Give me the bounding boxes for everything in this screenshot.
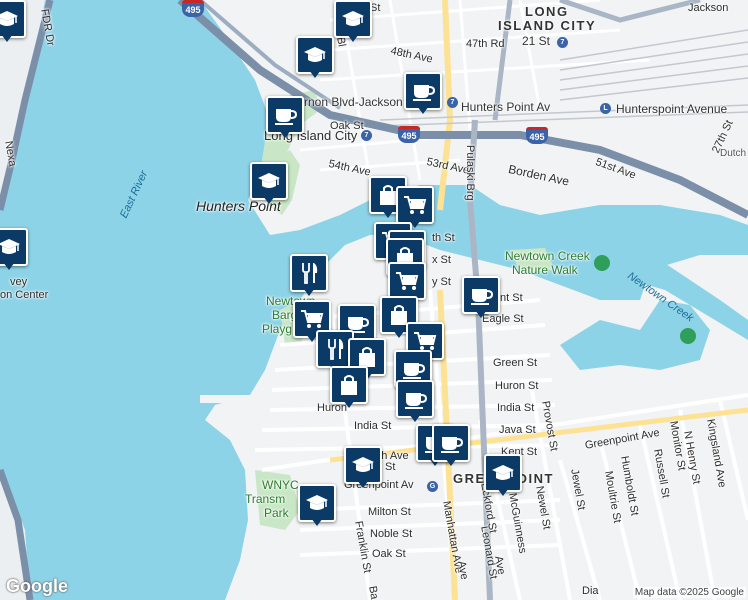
subway-icon: G — [427, 481, 438, 492]
interstate-shield-icon: 495 — [526, 127, 548, 144]
street-label: Java St — [499, 424, 536, 436]
school-marker[interactable] — [484, 454, 522, 498]
station-label-hunterspoint-avenue: Hunterspoint Avenue — [616, 102, 728, 116]
marker-pointer — [409, 414, 421, 422]
station-label-vernon: Vernon Blvd-Jackson — [290, 95, 403, 109]
cart-icon — [396, 186, 434, 224]
street-label: Pulaski Brg — [464, 145, 476, 201]
street-label: Dia — [582, 585, 599, 597]
park-label-wnyc: Park — [264, 506, 289, 520]
marker-pointer — [357, 480, 369, 488]
street-label: Oak St — [372, 548, 406, 560]
subway-icon: 7 — [557, 37, 568, 48]
park-label-nature-walk: Newtown Creek — [505, 249, 590, 263]
school-icon — [484, 454, 522, 492]
street-label: Jackson — [688, 2, 729, 14]
school-icon — [334, 0, 372, 38]
street-label: vey — [10, 276, 28, 288]
cafe-marker[interactable] — [404, 72, 442, 116]
school-marker[interactable] — [296, 36, 334, 80]
street-label: 47th Rd — [466, 38, 505, 50]
marker-pointer — [309, 70, 321, 78]
school-marker[interactable] — [0, 0, 26, 44]
school-icon — [0, 0, 26, 38]
school-marker[interactable] — [298, 484, 336, 528]
neighborhood-label-lic: LONG — [525, 4, 569, 19]
station-label-hunters-point-av: Hunters Point Av — [461, 100, 551, 114]
marker-pointer — [311, 518, 323, 526]
shopping-marker[interactable] — [330, 366, 368, 410]
park-label-nature-walk: Nature Walk — [512, 263, 578, 277]
school-icon — [296, 36, 334, 74]
school-marker[interactable] — [0, 228, 28, 272]
school-icon — [0, 228, 28, 266]
marker-pointer — [279, 130, 291, 138]
marker-pointer — [343, 400, 355, 408]
street-label: nt St — [500, 292, 523, 304]
school-marker[interactable] — [334, 0, 372, 44]
shopping-bag-icon — [330, 366, 368, 404]
subway-icon: L — [600, 103, 611, 114]
subway-icon: 7 — [447, 97, 458, 108]
cafe-marker[interactable] — [432, 424, 470, 468]
park-label-wnyc: WNYC — [262, 478, 299, 492]
street-label: Milton St — [368, 506, 411, 518]
station-label-21st: 21 St — [522, 34, 551, 48]
street-label: Noble St — [370, 528, 413, 540]
map-attribution[interactable]: Map data ©2025 Google — [632, 587, 746, 598]
cafe-icon — [432, 424, 470, 462]
school-icon — [344, 446, 382, 484]
marker-pointer — [497, 488, 509, 496]
street-label: Huron St — [495, 380, 539, 392]
street-label: India St — [354, 420, 392, 432]
marker-pointer — [263, 196, 275, 204]
marker-pointer — [1, 34, 13, 42]
park-label-wnyc: Transm — [245, 492, 286, 506]
street-label: Green St — [493, 357, 538, 369]
street-label: Ba — [366, 585, 381, 600]
street-label: Oak St — [330, 120, 364, 132]
park-pin-icon — [594, 255, 610, 271]
marker-pointer — [417, 106, 429, 114]
marker-pointer — [475, 310, 487, 318]
cafe-marker[interactable] — [462, 276, 500, 320]
street-label: y St — [432, 276, 451, 288]
school-marker[interactable] — [344, 446, 382, 490]
cafe-marker[interactable] — [396, 380, 434, 424]
marker-pointer — [382, 210, 394, 218]
cafe-icon — [404, 72, 442, 110]
park-pin-icon — [680, 328, 696, 344]
cafe-icon — [462, 276, 500, 314]
restaurant-icon — [290, 254, 328, 292]
school-marker[interactable] — [250, 162, 288, 206]
cart-icon — [388, 262, 426, 300]
marker-pointer — [3, 262, 15, 270]
interstate-shield-icon: 495 — [398, 126, 420, 143]
street-label: x St — [432, 254, 451, 266]
marker-pointer — [303, 288, 315, 296]
street-label: on Center — [0, 289, 49, 301]
street-label: th St — [432, 232, 455, 244]
marker-pointer — [393, 330, 405, 338]
street-label: Dutch — [720, 148, 747, 159]
google-logo: Google — [6, 576, 68, 596]
school-icon — [250, 162, 288, 200]
park-label-newtown: Playg — [262, 322, 293, 336]
marker-pointer — [347, 34, 359, 42]
cafe-marker[interactable] — [266, 96, 304, 140]
interstate-shield-icon: 495 — [182, 0, 204, 17]
street-label: St — [385, 461, 396, 473]
neighborhood-label-lic: ISLAND CITY — [498, 18, 597, 33]
restaurant-marker[interactable] — [290, 254, 328, 298]
marker-pointer — [445, 458, 457, 466]
cafe-icon — [396, 380, 434, 418]
school-icon — [298, 484, 336, 522]
cafe-icon — [266, 96, 304, 134]
street-label: India St — [497, 402, 535, 414]
